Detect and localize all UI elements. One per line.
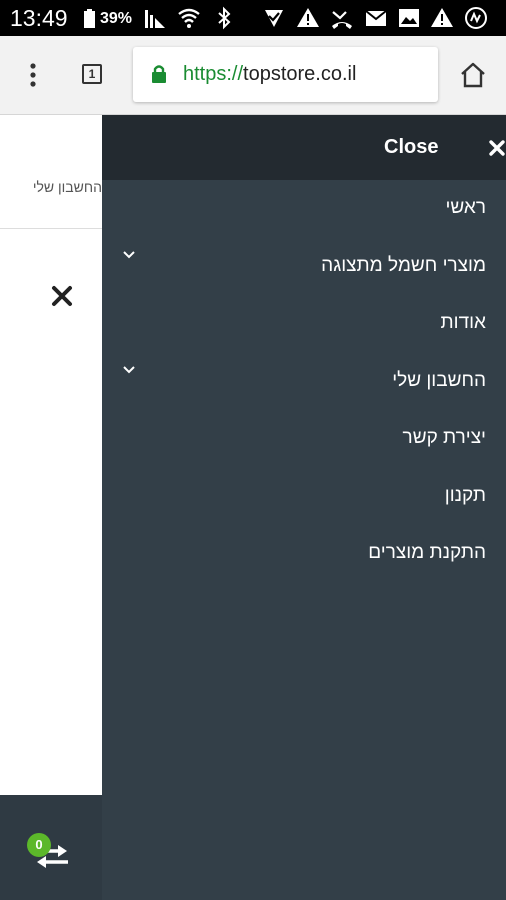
url-host: topstore.co.il (243, 63, 357, 85)
chevron-down-icon[interactable] (122, 365, 136, 375)
bluetooth-icon (218, 6, 231, 30)
menu-item-label: תקנון (444, 484, 486, 506)
app-icon (465, 7, 487, 29)
menu-item-label: התקנת מוצרים (368, 542, 486, 563)
url-text: https://topstore.co.il (183, 62, 356, 86)
mail-icon (365, 10, 387, 26)
battery-icon (84, 9, 95, 28)
tab-switcher-button[interactable]: 1 (82, 64, 102, 84)
menu-item-terms[interactable]: תקנון (102, 468, 506, 526)
menu-item-installation[interactable]: התקנת מוצרים (102, 525, 506, 583)
lock-icon (152, 65, 166, 83)
account-link[interactable]: החשבון שלי (33, 178, 102, 196)
menu-close-label[interactable]: Close (384, 134, 438, 160)
status-bar: 13:49 39% (0, 0, 506, 36)
menu-item-contact[interactable]: יצירת קשר (102, 410, 506, 468)
menu-item-my-account[interactable]: החשבון שלי (102, 353, 506, 411)
menu-item-about[interactable]: אודות (102, 295, 506, 353)
image-icon (399, 9, 419, 27)
menu-item-label: מוצרי חשמל מתצוגה (321, 254, 486, 276)
side-menu: Close ראשי מוצרי חשמל מתצוגה אודות החשבו… (102, 115, 506, 900)
url-scheme: https:// (183, 63, 244, 85)
clock: 13:49 (10, 5, 68, 31)
menu-item-display-appliances[interactable]: מוצרי חשמל מתצוגה (102, 238, 506, 296)
missed-call-icon (332, 11, 352, 29)
signal-icon (145, 10, 165, 28)
menu-list: ראשי מוצרי חשמל מתצוגה אודות החשבון שלי … (102, 180, 506, 583)
warning-icon (297, 8, 319, 27)
menu-item-label: החשבון שלי (392, 369, 486, 391)
wifi-icon (178, 8, 200, 28)
menu-item-label: יצירת קשר (402, 427, 486, 448)
overflow-menu-icon[interactable] (22, 60, 44, 90)
close-icon[interactable] (50, 284, 74, 308)
menu-item-label: ראשי (445, 197, 486, 218)
browser-toolbar: 1 https://topstore.co.il (0, 36, 506, 115)
chevron-down-icon[interactable] (122, 250, 136, 260)
close-icon[interactable] (488, 139, 506, 157)
address-bar[interactable]: https://topstore.co.il (133, 47, 438, 102)
home-icon[interactable] (458, 60, 488, 90)
menu-item-label: אודות (440, 312, 486, 333)
background-page: החשבון שלי 0 (0, 115, 102, 900)
compare-count-badge: 0 (27, 833, 51, 857)
menu-header[interactable]: Close (102, 115, 506, 180)
warning-icon (431, 8, 453, 27)
menu-item-home[interactable]: ראשי (102, 180, 506, 238)
battery-percent: 39% (100, 10, 133, 27)
check-icon (265, 10, 283, 27)
compare-bar: 0 (0, 795, 102, 900)
page-header: החשבון שלי (0, 115, 102, 229)
